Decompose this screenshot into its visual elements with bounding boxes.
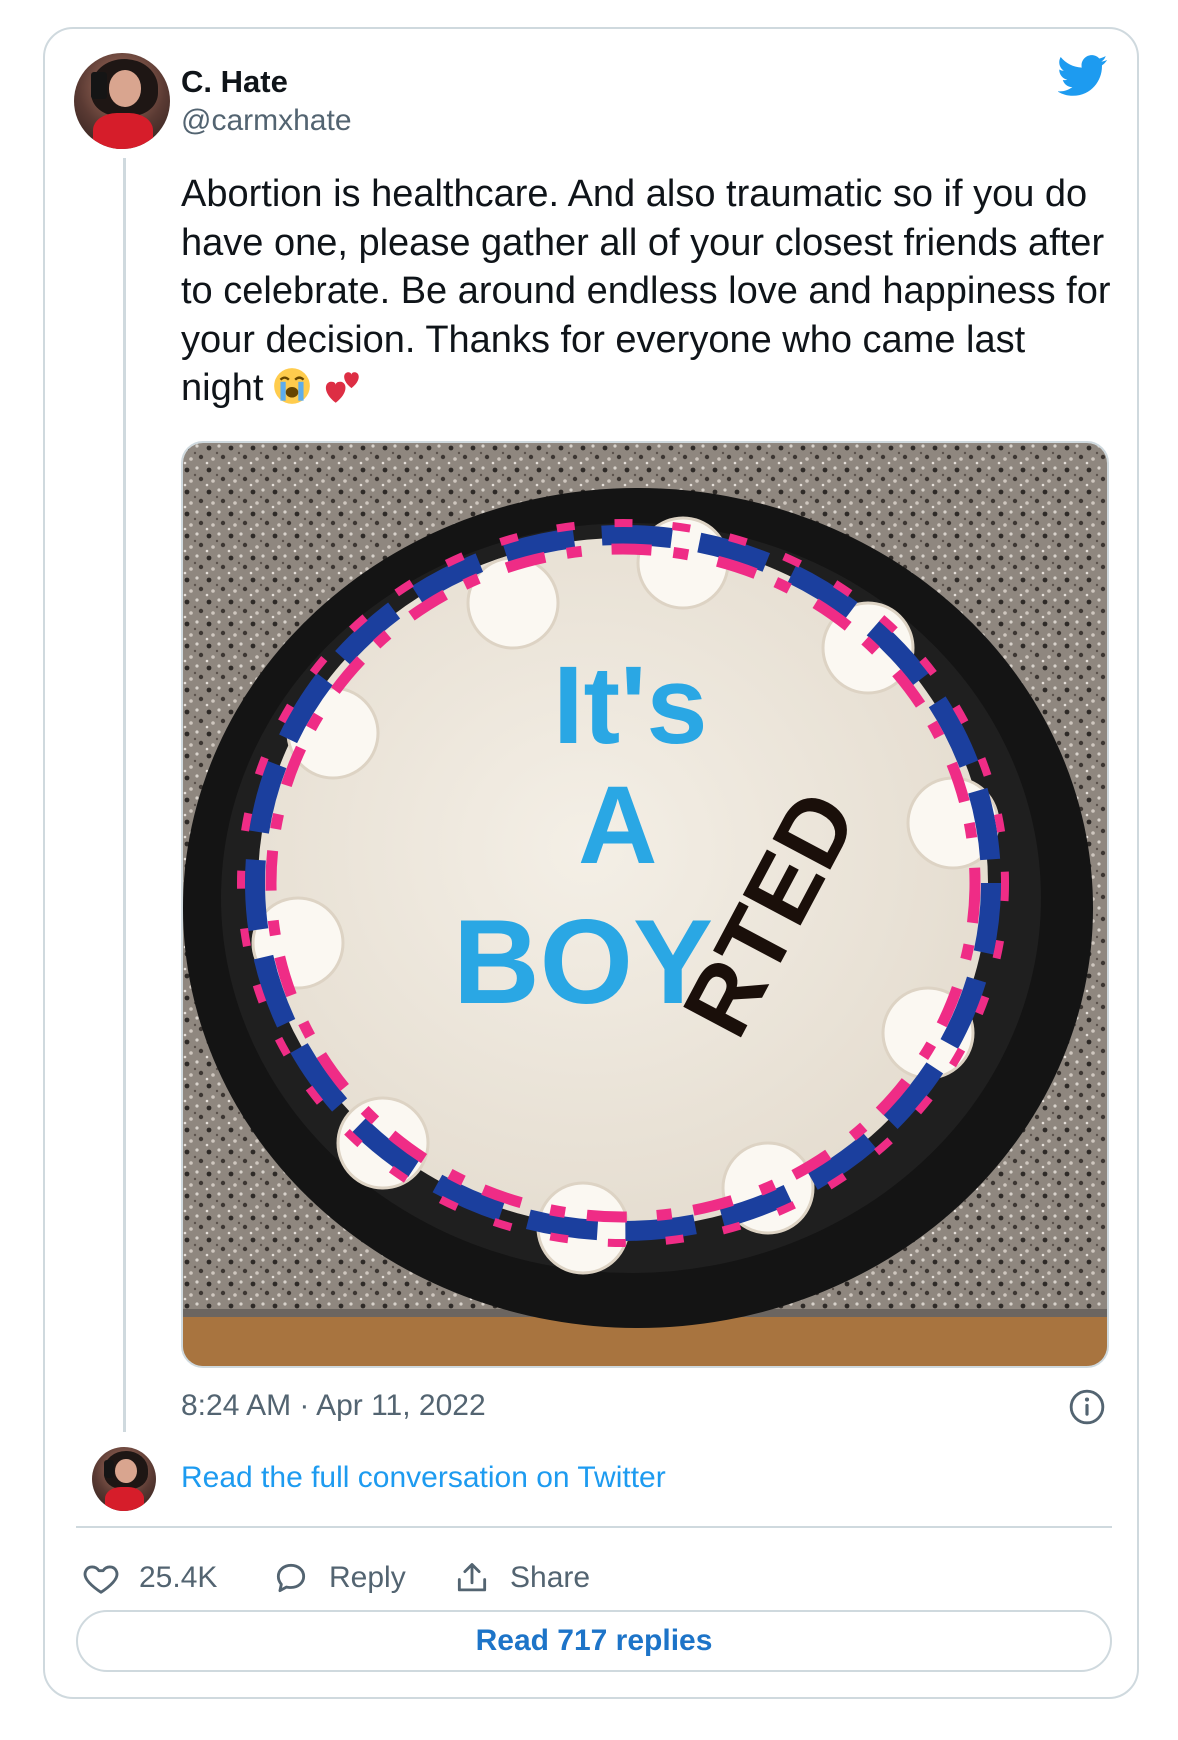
reply-button[interactable]: Reply [272, 1555, 406, 1601]
author-avatar[interactable] [74, 53, 170, 149]
author-name[interactable]: C. Hate [181, 64, 288, 100]
read-full-conversation-link[interactable]: Read the full conversation on Twitter [181, 1461, 666, 1495]
tweet-photo[interactable]: It's A BOY RTED [181, 441, 1109, 1368]
share-button[interactable]: Share [453, 1555, 590, 1601]
cake-text-a: A [578, 764, 657, 887]
heart-icon [83, 1565, 119, 1594]
like-count: 25.4K [139, 1561, 218, 1594]
author-handle[interactable]: @carmxhate [181, 104, 352, 138]
tweet-timestamp[interactable]: 8:24 AM · Apr 11, 2022 [181, 1389, 486, 1423]
tweet-text: Abortion is healthcare. And also traumat… [181, 170, 1111, 413]
loudly-crying-face-emoji [274, 368, 311, 404]
cake-text-its: It's [553, 644, 708, 767]
twitter-bird-icon[interactable] [1058, 55, 1108, 97]
cake-photo-svg: It's A BOY RTED [183, 443, 1107, 1366]
thread-line [123, 158, 126, 1432]
share-label: Share [510, 1561, 591, 1594]
reply-bubble-icon [276, 1563, 306, 1593]
info-icon[interactable] [1068, 1388, 1106, 1426]
divider [76, 1526, 1112, 1528]
read-replies-label: Read 717 replies [475, 1624, 713, 1657]
share-icon [457, 1563, 487, 1592]
like-button[interactable]: 25.4K [82, 1555, 217, 1601]
two-hearts-emoji [326, 372, 360, 403]
read-replies-button[interactable]: Read 717 replies [76, 1610, 1112, 1672]
author-avatar-small[interactable] [92, 1447, 156, 1511]
reply-label: Reply [329, 1561, 406, 1594]
